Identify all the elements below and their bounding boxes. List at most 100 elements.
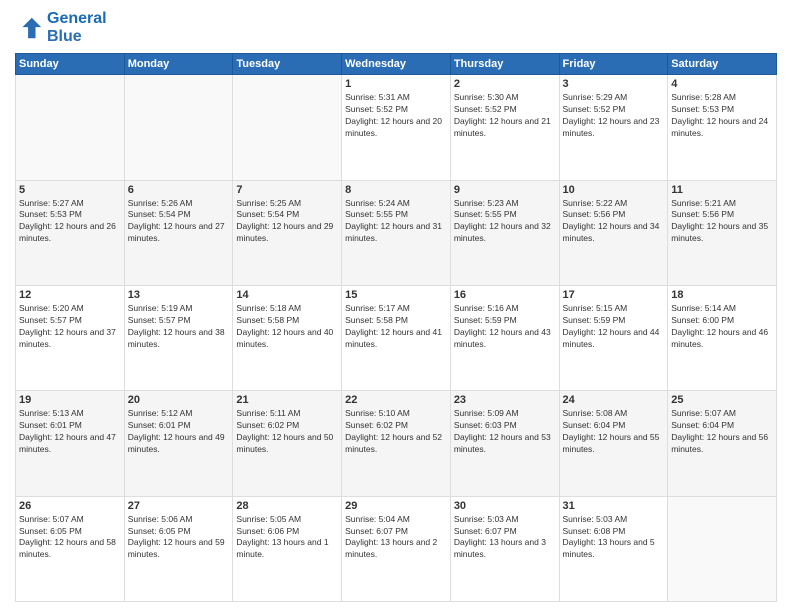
- day-number: 24: [563, 394, 665, 406]
- day-number: 31: [563, 500, 665, 512]
- day-number: 9: [454, 184, 556, 196]
- logo-text: General Blue: [47, 10, 107, 45]
- calendar-header-row: SundayMondayTuesdayWednesdayThursdayFrid…: [16, 54, 777, 75]
- day-number: 18: [671, 289, 773, 301]
- calendar-table: SundayMondayTuesdayWednesdayThursdayFrid…: [15, 53, 777, 602]
- day-info: Sunrise: 5:18 AMSunset: 5:58 PMDaylight:…: [236, 303, 338, 351]
- day-number: 25: [671, 394, 773, 406]
- day-number: 17: [563, 289, 665, 301]
- day-info: Sunrise: 5:28 AMSunset: 5:53 PMDaylight:…: [671, 92, 773, 140]
- day-info: Sunrise: 5:29 AMSunset: 5:52 PMDaylight:…: [563, 92, 665, 140]
- day-info: Sunrise: 5:17 AMSunset: 5:58 PMDaylight:…: [345, 303, 447, 351]
- calendar-cell: [668, 496, 777, 601]
- weekday-header-tuesday: Tuesday: [233, 54, 342, 75]
- day-number: 5: [19, 184, 121, 196]
- day-number: 30: [454, 500, 556, 512]
- day-number: 19: [19, 394, 121, 406]
- day-number: 28: [236, 500, 338, 512]
- day-info: Sunrise: 5:19 AMSunset: 5:57 PMDaylight:…: [128, 303, 230, 351]
- day-number: 7: [236, 184, 338, 196]
- day-number: 20: [128, 394, 230, 406]
- calendar-week-row: 26 Sunrise: 5:07 AMSunset: 6:05 PMDayligh…: [16, 496, 777, 601]
- calendar-cell: 18 Sunrise: 5:14 AMSunset: 6:00 PMDayligh…: [668, 285, 777, 390]
- page-header: General Blue: [15, 10, 777, 45]
- calendar-cell: 10Sunrise: 5:22 AMSunset: 5:56 PMDayligh…: [559, 180, 668, 285]
- calendar-cell: 25 Sunrise: 5:07 AMSunset: 6:04 PMDayligh…: [668, 391, 777, 496]
- weekday-header-wednesday: Wednesday: [342, 54, 451, 75]
- calendar-cell: 20Sunrise: 5:12 AMSunset: 6:01 PMDayligh…: [124, 391, 233, 496]
- day-number: 21: [236, 394, 338, 406]
- day-info: Sunrise: 5:07 AMSunset: 6:04 PMDaylight:…: [671, 408, 773, 456]
- calendar-cell: 7 Sunrise: 5:25 AMSunset: 5:54 PMDaylight…: [233, 180, 342, 285]
- calendar-cell: 17Sunrise: 5:15 AMSunset: 5:59 PMDayligh…: [559, 285, 668, 390]
- day-info: Sunrise: 5:30 AMSunset: 5:52 PMDaylight:…: [454, 92, 556, 140]
- calendar-week-row: 5 Sunrise: 5:27 AMSunset: 5:53 PMDaylight…: [16, 180, 777, 285]
- day-number: 14: [236, 289, 338, 301]
- calendar-cell: 8 Sunrise: 5:24 AMSunset: 5:55 PMDaylight…: [342, 180, 451, 285]
- day-number: 16: [454, 289, 556, 301]
- day-info: Sunrise: 5:04 AMSunset: 6:07 PMDaylight:…: [345, 514, 447, 562]
- day-info: Sunrise: 5:13 AMSunset: 6:01 PMDaylight:…: [19, 408, 121, 456]
- day-info: Sunrise: 5:07 AMSunset: 6:05 PMDaylight:…: [19, 514, 121, 562]
- day-info: Sunrise: 5:11 AMSunset: 6:02 PMDaylight:…: [236, 408, 338, 456]
- day-info: Sunrise: 5:22 AMSunset: 5:56 PMDaylight:…: [563, 198, 665, 246]
- weekday-header-thursday: Thursday: [450, 54, 559, 75]
- day-number: 13: [128, 289, 230, 301]
- calendar-cell: [124, 75, 233, 180]
- day-info: Sunrise: 5:10 AMSunset: 6:02 PMDaylight:…: [345, 408, 447, 456]
- calendar-cell: 12 Sunrise: 5:20 AMSunset: 5:57 PMDayligh…: [16, 285, 125, 390]
- day-number: 2: [454, 78, 556, 90]
- calendar-cell: 30 Sunrise: 5:03 AMSunset: 6:07 PMDayligh…: [450, 496, 559, 601]
- day-number: 27: [128, 500, 230, 512]
- calendar-cell: 2 Sunrise: 5:30 AMSunset: 5:52 PMDaylight…: [450, 75, 559, 180]
- day-number: 22: [345, 394, 447, 406]
- calendar-week-row: 12 Sunrise: 5:20 AMSunset: 5:57 PMDayligh…: [16, 285, 777, 390]
- weekday-header-monday: Monday: [124, 54, 233, 75]
- day-info: Sunrise: 5:03 AMSunset: 6:08 PMDaylight:…: [563, 514, 665, 562]
- day-info: Sunrise: 5:20 AMSunset: 5:57 PMDaylight:…: [19, 303, 121, 351]
- calendar-cell: 27 Sunrise: 5:06 AMSunset: 6:05 PMDayligh…: [124, 496, 233, 601]
- day-number: 26: [19, 500, 121, 512]
- calendar-cell: 15 Sunrise: 5:17 AMSunset: 5:58 PMDayligh…: [342, 285, 451, 390]
- day-info: Sunrise: 5:05 AMSunset: 6:06 PMDaylight:…: [236, 514, 338, 562]
- calendar-week-row: 1 Sunrise: 5:31 AMSunset: 5:52 PMDaylight…: [16, 75, 777, 180]
- day-info: Sunrise: 5:09 AMSunset: 6:03 PMDaylight:…: [454, 408, 556, 456]
- day-info: Sunrise: 5:21 AMSunset: 5:56 PMDaylight:…: [671, 198, 773, 246]
- day-info: Sunrise: 5:23 AMSunset: 5:55 PMDaylight:…: [454, 198, 556, 246]
- day-number: 6: [128, 184, 230, 196]
- calendar-week-row: 19 Sunrise: 5:13 AMSunset: 6:01 PMDayligh…: [16, 391, 777, 496]
- calendar-page: General Blue SundayMondayTuesdayWednesda…: [0, 0, 792, 612]
- calendar-cell: 3 Sunrise: 5:29 AMSunset: 5:52 PMDaylight…: [559, 75, 668, 180]
- day-info: Sunrise: 5:06 AMSunset: 6:05 PMDaylight:…: [128, 514, 230, 562]
- calendar-cell: 4Sunrise: 5:28 AMSunset: 5:53 PMDaylight…: [668, 75, 777, 180]
- calendar-cell: 11 Sunrise: 5:21 AMSunset: 5:56 PMDayligh…: [668, 180, 777, 285]
- day-info: Sunrise: 5:31 AMSunset: 5:52 PMDaylight:…: [345, 92, 447, 140]
- calendar-cell: [16, 75, 125, 180]
- day-number: 12: [19, 289, 121, 301]
- day-number: 1: [345, 78, 447, 90]
- calendar-cell: 1 Sunrise: 5:31 AMSunset: 5:52 PMDaylight…: [342, 75, 451, 180]
- day-info: Sunrise: 5:03 AMSunset: 6:07 PMDaylight:…: [454, 514, 556, 562]
- calendar-cell: 6Sunrise: 5:26 AMSunset: 5:54 PMDaylight…: [124, 180, 233, 285]
- day-info: Sunrise: 5:27 AMSunset: 5:53 PMDaylight:…: [19, 198, 121, 246]
- day-info: Sunrise: 5:16 AMSunset: 5:59 PMDaylight:…: [454, 303, 556, 351]
- day-info: Sunrise: 5:14 AMSunset: 6:00 PMDaylight:…: [671, 303, 773, 351]
- calendar-cell: 9 Sunrise: 5:23 AMSunset: 5:55 PMDaylight…: [450, 180, 559, 285]
- calendar-cell: 24 Sunrise: 5:08 AMSunset: 6:04 PMDayligh…: [559, 391, 668, 496]
- calendar-cell: 26 Sunrise: 5:07 AMSunset: 6:05 PMDayligh…: [16, 496, 125, 601]
- weekday-header-sunday: Sunday: [16, 54, 125, 75]
- day-info: Sunrise: 5:24 AMSunset: 5:55 PMDaylight:…: [345, 198, 447, 246]
- day-number: 8: [345, 184, 447, 196]
- day-number: 3: [563, 78, 665, 90]
- calendar-cell: 31 Sunrise: 5:03 AMSunset: 6:08 PMDayligh…: [559, 496, 668, 601]
- day-number: 15: [345, 289, 447, 301]
- weekday-header-saturday: Saturday: [668, 54, 777, 75]
- day-info: Sunrise: 5:25 AMSunset: 5:54 PMDaylight:…: [236, 198, 338, 246]
- logo: General Blue: [15, 10, 107, 45]
- day-info: Sunrise: 5:08 AMSunset: 6:04 PMDaylight:…: [563, 408, 665, 456]
- calendar-cell: 21 Sunrise: 5:11 AMSunset: 6:02 PMDayligh…: [233, 391, 342, 496]
- calendar-cell: [233, 75, 342, 180]
- day-number: 11: [671, 184, 773, 196]
- calendar-cell: 22 Sunrise: 5:10 AMSunset: 6:02 PMDayligh…: [342, 391, 451, 496]
- calendar-cell: 5 Sunrise: 5:27 AMSunset: 5:53 PMDaylight…: [16, 180, 125, 285]
